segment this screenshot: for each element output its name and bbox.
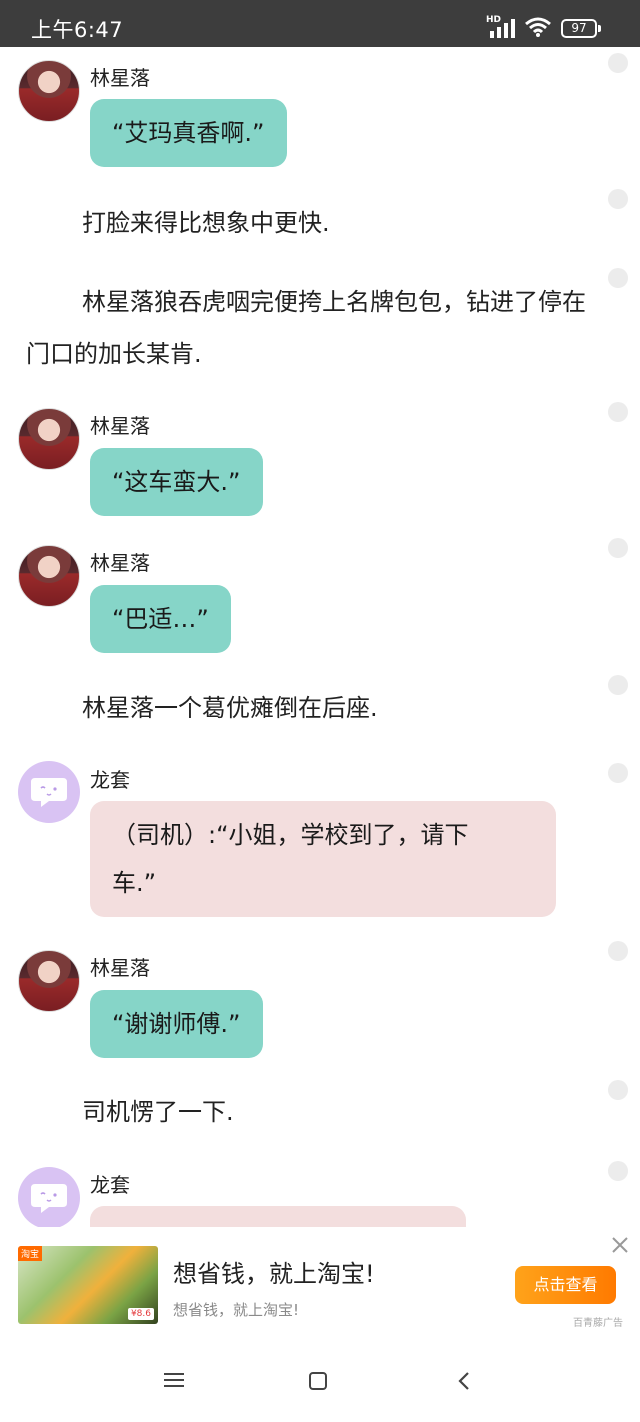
message-bubble: “这车蛮大.” [90, 448, 263, 516]
close-icon[interactable] [610, 1235, 630, 1255]
like-dot[interactable] [608, 268, 628, 288]
speaker-name: 林星落 [90, 551, 150, 575]
ad-banner[interactable]: 淘宝 ¥8.6 想省钱，就上淘宝! 想省钱，就上淘宝! 点击查看 百青藤广告 [0, 1227, 640, 1335]
like-dot[interactable] [608, 538, 628, 558]
avatar[interactable] [18, 1167, 80, 1227]
narration-text: 林星落狼吞虎咽完便挎上名牌包包，钻进了停在门口的加长某肯. [26, 288, 586, 368]
ad-thumbnail[interactable]: 淘宝 ¥8.6 [18, 1246, 158, 1324]
ad-cta-button[interactable]: 点击查看 [515, 1266, 616, 1304]
message-bubble: “艾玛真香啊.” [90, 99, 287, 167]
avatar[interactable] [18, 408, 80, 470]
home-icon[interactable] [309, 1372, 327, 1390]
ad-title[interactable]: 想省钱，就上淘宝! [173, 1254, 375, 1289]
like-dot[interactable] [608, 402, 628, 422]
like-dot[interactable] [608, 189, 628, 209]
message-bubble: （司机）:“小姐，学校到了，请下 车.” [90, 801, 556, 917]
chat-bubble-icon [31, 1184, 67, 1213]
like-dot[interactable] [608, 1080, 628, 1100]
speaker-name: 龙套 [90, 768, 130, 792]
avatar[interactable] [18, 545, 80, 607]
wifi-icon [525, 17, 551, 37]
ad-thumb-price: ¥8.6 [127, 1308, 154, 1320]
narration-text: 司机愣了一下. [82, 1098, 234, 1126]
ad-brand: 百青藤广告 [573, 1318, 623, 1329]
signal-icon [490, 19, 515, 38]
back-icon[interactable] [457, 1371, 471, 1391]
narration-text: 林星落一个葛优瘫倒在后座. [82, 694, 378, 722]
speaker-name: 林星落 [90, 414, 150, 438]
like-dot[interactable] [608, 1161, 628, 1181]
status-bar: 上午6:47 HD 97 [0, 0, 640, 47]
avatar[interactable] [18, 60, 80, 122]
speaker-name: 林星落 [90, 956, 150, 980]
avatar[interactable] [18, 950, 80, 1012]
avatar[interactable] [18, 761, 80, 823]
message-line: （司机）:“小姐，学校到了，请下 [112, 821, 469, 849]
speaker-name: 林星落 [90, 66, 150, 90]
message-bubble: “巴适…” [90, 585, 231, 653]
system-nav-bar [0, 1335, 640, 1422]
message-bubble: “谢谢师傅.” [90, 990, 263, 1058]
like-dot[interactable] [608, 763, 628, 783]
ad-thumb-tag: 淘宝 [18, 1246, 43, 1261]
menu-icon[interactable] [164, 1372, 184, 1388]
speaker-name: 龙套 [90, 1173, 130, 1197]
story-feed[interactable]: 林星落 “艾玛真香啊.” 打脸来得比想象中更快. 林星落狼吞虎咽完便挎上名牌包包… [0, 47, 640, 1227]
like-dot[interactable] [608, 941, 628, 961]
narration-text: 打脸来得比想象中更快. [82, 209, 330, 237]
message-bubble [90, 1206, 466, 1227]
chat-bubble-icon [31, 778, 67, 807]
like-dot[interactable] [608, 675, 628, 695]
like-dot[interactable] [608, 53, 628, 73]
status-time: 上午6:47 [31, 18, 124, 42]
message-line: 车.” [112, 869, 157, 897]
ad-subtitle: 想省钱，就上淘宝! [173, 1301, 300, 1319]
battery-icon: 97 [561, 19, 601, 38]
